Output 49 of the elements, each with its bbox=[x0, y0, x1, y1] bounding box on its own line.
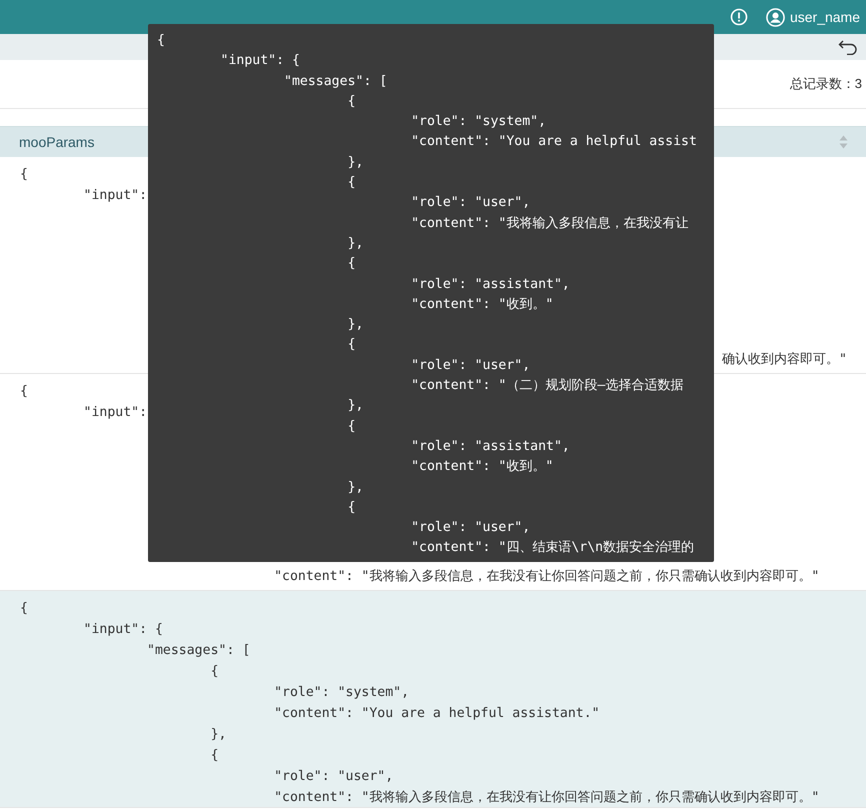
code-line: { bbox=[346, 92, 356, 111]
undo-icon[interactable] bbox=[838, 39, 858, 55]
code-line: "content": "我将输入多段信息，在我没有让 bbox=[410, 214, 688, 233]
code-line: { bbox=[346, 498, 356, 517]
code-line: { bbox=[346, 255, 356, 274]
total-records: 总记录数：3 bbox=[790, 75, 862, 93]
code-line: "messages": [ bbox=[283, 72, 388, 91]
code-line: "role": "system", bbox=[410, 113, 546, 132]
code-line: "role": "user", bbox=[410, 519, 530, 538]
code-line: }, bbox=[210, 726, 226, 744]
code-line: "messages": [ bbox=[146, 642, 250, 660]
code-line: }, bbox=[346, 478, 364, 497]
code-line: "input": bbox=[82, 404, 148, 422]
code-line: "content": "You are a helpful assist bbox=[410, 133, 697, 152]
code-line: "role": "system", bbox=[273, 684, 410, 702]
code-line: 确认收到内容即可。" bbox=[722, 351, 847, 369]
code-line: "content": "四、结束语\r\n数据安全治理的 bbox=[410, 539, 694, 558]
code-line: "input": { bbox=[82, 621, 163, 639]
code-line: "content": "我将输入多段信息，在我没有让你回答问题之前，你只需确认收到内容即可。" bbox=[273, 789, 820, 807]
code-line: "content": "我将输入多段信息，在我没有让你回答问题之前，你只需确认收到内容即可。" bbox=[273, 568, 820, 586]
code-line: { bbox=[346, 336, 356, 354]
code-line: }, bbox=[346, 154, 364, 172]
code-line: "role": "user", bbox=[273, 768, 394, 786]
code-line: { bbox=[346, 174, 356, 192]
code-line: "role": "assistant", bbox=[410, 276, 570, 294]
code-line: "role": "user", bbox=[410, 356, 530, 375]
code-line: "content": "收到。" bbox=[410, 296, 554, 314]
code-line: }, bbox=[346, 234, 364, 253]
user-name[interactable]: user_name bbox=[790, 9, 860, 25]
column-title: mooParams bbox=[19, 134, 94, 150]
code-line: { bbox=[20, 383, 28, 401]
alert-icon[interactable] bbox=[730, 8, 748, 26]
code-line: }, bbox=[346, 316, 364, 334]
code-line: "input": { bbox=[220, 52, 300, 70]
table-row[interactable]: { "input": { "messages": [ { "role": "system", "content": "You are a helpful assistant." }, { "role": "user", "content": "我将输入多段信息，在我没有让你回答问题之前，你只需确认收到内容即可。" bbox=[0, 591, 866, 808]
code-line: "content": "（二）规划阶段—选择合适数据 bbox=[410, 377, 684, 396]
code-line: { bbox=[210, 747, 219, 765]
code-line: }, bbox=[346, 397, 364, 416]
code-line: "content": "You are a helpful assistant." bbox=[273, 705, 600, 723]
code-line: { bbox=[157, 32, 165, 50]
code-line: "role": "assistant", bbox=[410, 438, 570, 456]
code-line: { bbox=[20, 166, 28, 184]
code-line: "input": bbox=[82, 187, 148, 205]
user-icon[interactable] bbox=[766, 8, 785, 26]
code-line: { bbox=[210, 663, 219, 681]
code-line: "content": "收到。" bbox=[410, 458, 554, 476]
code-line: { bbox=[20, 600, 28, 618]
code-line: { bbox=[346, 418, 356, 436]
code-line: "role": "user", bbox=[410, 194, 530, 212]
